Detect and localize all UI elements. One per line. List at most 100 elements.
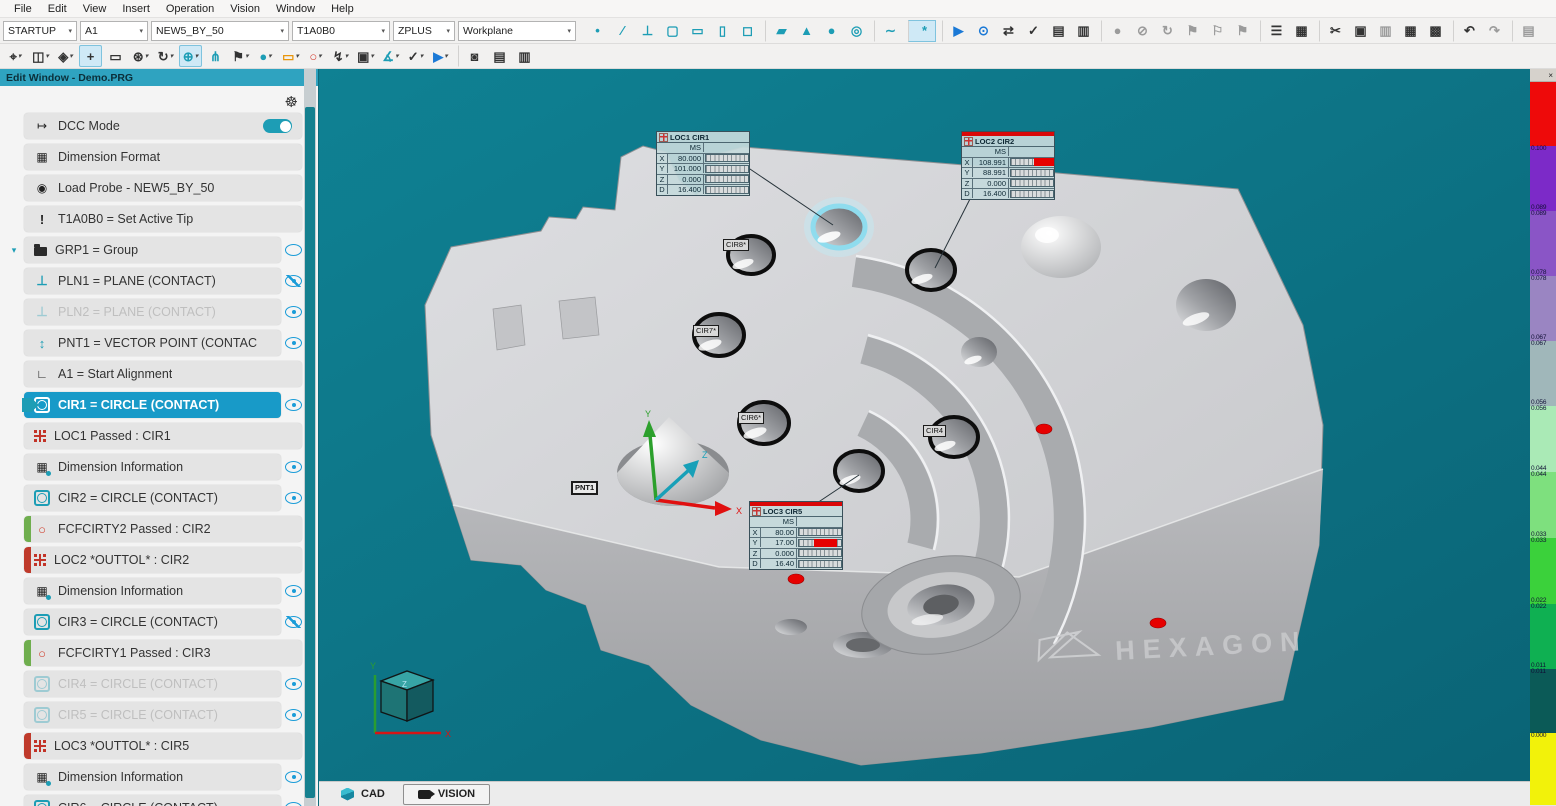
optimize-path-button[interactable]: ↯ ▾ <box>329 45 352 67</box>
probe-path-button[interactable]: ⋔ ▾ <box>204 45 227 67</box>
menu-item[interactable]: Window <box>268 3 323 15</box>
pattern-button[interactable]: ▩ <box>1424 20 1447 42</box>
command-item[interactable]: LOC1 Passed : CIR1 <box>24 423 302 449</box>
eye-visibility-icon[interactable] <box>285 244 302 256</box>
paste-special-button[interactable]: ▦ <box>1399 20 1422 42</box>
toolbar-dropdown[interactable]: ZPLUS ▾ <box>393 21 455 41</box>
rotate-view-button[interactable]: ↻ ▾ <box>154 45 177 67</box>
continue-button[interactable]: ↻ <box>1156 20 1179 42</box>
probe-utilities-button[interactable]: ⊛ ▾ <box>129 45 152 67</box>
eye-visibility-icon[interactable] <box>285 802 302 806</box>
command-item[interactable]: ↕ PNT1 = VECTOR POINT (CONTAC <box>24 330 281 356</box>
paste-button[interactable]: ▥ <box>1374 20 1397 42</box>
feature-label[interactable]: CIR8* <box>723 239 749 251</box>
loop-toggle-button[interactable]: ⇄ <box>997 20 1020 42</box>
dimension-table[interactable]: LOC2 CIR2 MS X 108.991 <box>961 131 1055 200</box>
eye-visibility-icon[interactable] <box>285 585 302 597</box>
bookmark-insert-button[interactable]: ⚐ <box>1206 20 1229 42</box>
undo-button[interactable]: ↶ <box>1453 20 1481 42</box>
command-item[interactable]: ∟ A1 = Start Alignment <box>24 361 302 387</box>
pan-view-button[interactable]: + ▾ <box>79 45 102 67</box>
stop-button[interactable]: ● <box>1101 20 1129 42</box>
report-id-button[interactable]: ▤ ▾ <box>488 45 511 67</box>
mark-used-button[interactable]: ✓ <box>1022 20 1045 42</box>
menu-item[interactable]: View <box>75 3 115 15</box>
command-item[interactable]: ▦ Dimension Format <box>24 144 302 170</box>
cone-feature-button[interactable]: ▲ <box>795 20 818 42</box>
menu-item[interactable]: Help <box>323 3 362 15</box>
cad-display-button[interactable]: ◈ ▾ <box>54 45 77 67</box>
command-item[interactable]: ! T1A0B0 = Set Active Tip <box>24 206 302 232</box>
auto-feature-button[interactable]: * <box>908 20 936 42</box>
toolbar-dropdown[interactable]: NEW5_BY_50 ▾ <box>151 21 289 41</box>
sphere-display-button[interactable]: ● ▾ <box>254 45 277 67</box>
curve-feature-button[interactable]: ∼ <box>874 20 902 42</box>
command-item[interactable]: CIR6 = CIRCLE (CONTACT) <box>24 795 281 806</box>
circle-feature-button[interactable]: ▢ <box>661 20 684 42</box>
probe-angles-button[interactable]: ∡ ▾ <box>379 45 402 67</box>
view-tab[interactable]: CAD <box>327 784 399 805</box>
menu-item[interactable]: Insert <box>114 3 158 15</box>
feature-label[interactable]: CIR7* <box>693 325 719 337</box>
command-item[interactable]: LOC3 *OUTTOL* : CIR5 <box>24 733 302 759</box>
dimension-table[interactable]: LOC3 CIR5 MS X 80.00 <box>749 501 843 570</box>
execute-mini-button[interactable]: ▶ ▾ <box>429 45 452 67</box>
eye-visibility-icon[interactable] <box>285 275 302 287</box>
verify-check-button[interactable]: ✓ ▾ <box>404 45 427 67</box>
copy-button[interactable]: ▣ <box>1349 20 1372 42</box>
orientation-cube[interactable]: Y X Z <box>370 661 451 739</box>
torus-feature-button[interactable]: ◎ <box>845 20 868 42</box>
window-layout-button[interactable]: ▣ ▾ <box>354 45 377 67</box>
point-feature-button[interactable]: • <box>586 20 609 42</box>
eye-visibility-icon[interactable] <box>285 616 302 628</box>
command-item[interactable]: CIR4 = CIRCLE (CONTACT) <box>24 671 281 697</box>
command-item[interactable]: ⊥ PLN2 = PLANE (CONTACT) <box>24 299 281 325</box>
eye-visibility-icon[interactable] <box>285 492 302 504</box>
report-chart-button[interactable]: ▥ ▾ <box>513 45 536 67</box>
command-item[interactable]: ⊥ PLN1 = PLANE (CONTACT) <box>24 268 281 294</box>
plane-feature-button[interactable]: ⊥ <box>636 20 659 42</box>
comment-button[interactable]: ▭ ▾ <box>104 45 127 67</box>
menu-item[interactable]: Edit <box>40 3 75 15</box>
camera-snapshot-button[interactable]: ◙ ▾ <box>458 45 486 67</box>
execute-feature-button[interactable]: ⊙ <box>972 20 995 42</box>
cylinder-feature-button[interactable]: ▰ <box>765 20 793 42</box>
feature-label[interactable]: PNT1 <box>571 481 598 495</box>
menu-item[interactable]: Operation <box>158 3 222 15</box>
feature-label[interactable]: CIR4 <box>923 425 946 437</box>
execute-program-button[interactable]: ▶ <box>942 20 970 42</box>
stop-disabled-button[interactable]: ⊘ <box>1131 20 1154 42</box>
print-button[interactable]: ▤ <box>1512 20 1540 42</box>
command-item[interactable]: CIR3 = CIRCLE (CONTACT) <box>24 609 281 635</box>
chevron-expander-icon[interactable]: ▾ <box>8 245 20 256</box>
bookmark-button[interactable]: ⚑ <box>1181 20 1204 42</box>
command-item[interactable]: ○ FCFCIRTY2 Passed : CIR2 <box>24 516 302 542</box>
command-item[interactable]: CIR1 = CIRCLE (CONTACT) <box>24 392 281 418</box>
command-item[interactable]: ▦ Dimension Information <box>24 454 281 480</box>
dimension-table[interactable]: LOC1 CIR1 MS X 80.000 <box>656 131 750 196</box>
sphere-feature-button[interactable]: ● <box>820 20 843 42</box>
close-icon[interactable]: × <box>1548 71 1553 80</box>
eye-visibility-icon[interactable] <box>285 678 302 690</box>
toolbar-dropdown[interactable]: STARTUP ▾ <box>3 21 77 41</box>
marked-sets-button[interactable]: ▤ <box>1047 20 1070 42</box>
command-item[interactable]: CIR5 = CIRCLE (CONTACT) <box>24 702 281 728</box>
command-item[interactable]: ▦ Dimension Information <box>24 578 281 604</box>
command-item[interactable]: CIR2 = CIRCLE (CONTACT) <box>24 485 281 511</box>
line-feature-button[interactable]: ∕ <box>611 20 634 42</box>
toolbar-dropdown[interactable]: Workplane ▾ <box>458 21 576 41</box>
sidebar-scrollbar[interactable] <box>304 69 316 806</box>
round-slot-feature-button[interactable]: ▭ <box>686 20 709 42</box>
eye-visibility-icon[interactable] <box>285 771 302 783</box>
cut-button[interactable]: ✂ <box>1319 20 1347 42</box>
redo-button[interactable]: ↷ <box>1483 20 1506 42</box>
cad-viewport[interactable]: HEXAGON X Y Z Y <box>319 69 1530 806</box>
eye-visibility-icon[interactable] <box>285 337 302 349</box>
scrollbar-thumb[interactable] <box>305 107 315 798</box>
toolbar-dropdown[interactable]: A1 ▾ <box>80 21 148 41</box>
quick-fixture-button[interactable]: ⚑ ▾ <box>229 45 252 67</box>
toolbar-dropdown[interactable]: T1A0B0 ▾ <box>292 21 390 41</box>
command-item[interactable]: ↦ DCC Mode <box>24 113 302 139</box>
gear-icon[interactable]: ☸ <box>285 93 298 111</box>
probe-mode-button[interactable]: ⌖ ▾ <box>4 45 27 67</box>
